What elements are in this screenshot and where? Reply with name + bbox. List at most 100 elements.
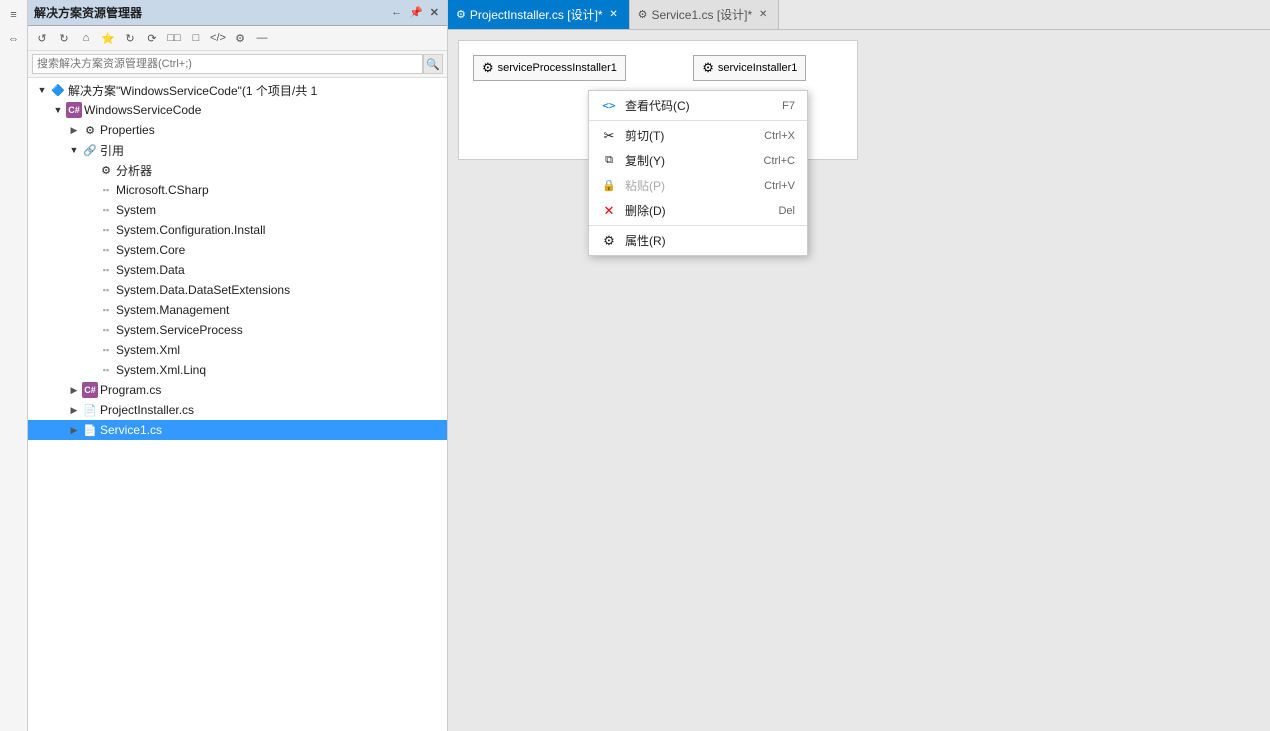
- arrow-program: ▶: [66, 382, 82, 398]
- home-btn[interactable]: ⌂: [76, 28, 96, 48]
- search-input[interactable]: [32, 54, 423, 74]
- tree-item-references[interactable]: ▼ 🔗 引用: [28, 140, 447, 160]
- tree-item-service1[interactable]: ▶ 📄 Service1.cs: [28, 420, 447, 440]
- view2-btn[interactable]: □: [186, 28, 206, 48]
- star-btn[interactable]: ⭐: [98, 28, 118, 48]
- component-serviceinstaller1[interactable]: ⚙ serviceInstaller1: [693, 55, 806, 81]
- delete-icon: ✕: [601, 203, 617, 219]
- tab-service1[interactable]: ⚙ Service1.cs [设计]* ✕: [630, 0, 780, 29]
- properties-icon: ⚙: [82, 122, 98, 138]
- menu-view-code[interactable]: <> 查看代码(C) F7: [589, 93, 807, 118]
- tree-item-system-core[interactable]: ▶ ▪▪ System.Core: [28, 240, 447, 260]
- tab-label-service1: Service1.cs [设计]*: [651, 6, 752, 23]
- designer-area: ⚙ serviceProcessInstaller1 ⚙ serviceInst…: [448, 30, 1270, 731]
- tree-item-project[interactable]: ▼ C# WindowsServiceCode: [28, 100, 447, 120]
- menu-delete-shortcut: Del: [778, 205, 795, 217]
- ref-icon-ms-csharp: ▪▪: [98, 182, 114, 198]
- tree-item-program[interactable]: ▶ C# Program.cs: [28, 380, 447, 400]
- back-btn[interactable]: ↺: [32, 28, 52, 48]
- copy-icon: ⧉: [601, 154, 617, 167]
- view-btn[interactable]: □□: [164, 28, 184, 48]
- menu-paste-shortcut: Ctrl+V: [764, 180, 795, 192]
- tree-item-system-config[interactable]: ▶ ▪▪ System.Configuration.Install: [28, 220, 447, 240]
- search-button[interactable]: 🔍: [423, 54, 443, 74]
- tree-item-system-xml[interactable]: ▶ ▪▪ System.Xml: [28, 340, 447, 360]
- pin2-icon[interactable]: 📌: [407, 5, 425, 20]
- tab-projectinstaller[interactable]: ⚙ ProjectInstaller.cs [设计]* ✕: [448, 0, 630, 29]
- system-xml-label: System.Xml: [116, 343, 180, 357]
- arrow-solution: ▼: [34, 82, 50, 98]
- menu-copy-label: 复制(Y): [625, 152, 736, 169]
- settings-btn[interactable]: ⚙: [230, 28, 250, 48]
- vertical-toolbar-icon-2[interactable]: ⇔: [3, 28, 25, 50]
- projectinstaller-icon: 📄: [82, 402, 98, 418]
- ms-csharp-label: Microsoft.CSharp: [116, 183, 209, 197]
- close-icon[interactable]: ✕: [428, 5, 441, 20]
- component-label-si: serviceInstaller1: [718, 62, 797, 74]
- menu-cut-label: 剪切(T): [625, 127, 736, 144]
- code-btn[interactable]: </>: [208, 28, 228, 48]
- refresh-btn[interactable]: ↻: [120, 28, 140, 48]
- arrow-references: ▼: [66, 142, 82, 158]
- tree-item-solution[interactable]: ▼ 🔷 解决方案"WindowsServiceCode"(1 个项目/共 1: [28, 80, 447, 100]
- menu-properties-label: 属性(R): [625, 232, 767, 249]
- menu-delete-label: 删除(D): [625, 202, 750, 219]
- ref-icon-core: ▪▪: [98, 242, 114, 258]
- tree-item-projectinstaller[interactable]: ▶ 📄 ProjectInstaller.cs: [28, 400, 447, 420]
- vertical-toolbar-icon-1[interactable]: ≡: [3, 4, 25, 26]
- menu-delete[interactable]: ✕ 删除(D) Del: [589, 198, 807, 223]
- tab-label-projectinstaller: ProjectInstaller.cs [设计]*: [470, 6, 603, 23]
- toolbar-row: ↺ ↻ ⌂ ⭐ ↻ ⟳ □□ □ </> ⚙ —: [28, 26, 447, 51]
- references-icon: 🔗: [82, 142, 98, 158]
- ref-icon-mgmt: ▪▪: [98, 302, 114, 318]
- tree-item-system-data[interactable]: ▶ ▪▪ System.Data: [28, 260, 447, 280]
- forward-btn[interactable]: ↻: [54, 28, 74, 48]
- program-label: Program.cs: [100, 383, 161, 397]
- tree-item-system-mgmt[interactable]: ▶ ▪▪ System.Management: [28, 300, 447, 320]
- menu-view-code-label: 查看代码(C): [625, 97, 754, 114]
- ref-icon-xml: ▪▪: [98, 342, 114, 358]
- view-code-icon: <>: [601, 99, 617, 112]
- menu-paste-label: 粘贴(P): [625, 177, 736, 194]
- properties-label: Properties: [100, 123, 155, 137]
- menu-properties[interactable]: ⚙ 属性(R): [589, 228, 807, 253]
- menu-view-code-shortcut: F7: [782, 100, 795, 112]
- tab-icon-projectinstaller: ⚙: [456, 8, 466, 21]
- system-label: System: [116, 203, 156, 217]
- menu-paste[interactable]: 🔒 粘贴(P) Ctrl+V: [589, 173, 807, 198]
- projectinstaller-label: ProjectInstaller.cs: [100, 403, 194, 417]
- solution-icon: 🔷: [50, 82, 66, 98]
- component-icon-spi: ⚙: [482, 60, 494, 76]
- solution-label: 解决方案"WindowsServiceCode"(1 个项目/共 1: [68, 82, 317, 99]
- reload-btn[interactable]: ⟳: [142, 28, 162, 48]
- ref-icon-xmllinq: ▪▪: [98, 362, 114, 378]
- system-dse-label: System.Data.DataSetExtensions: [116, 283, 290, 297]
- tree-item-system-xmllinq[interactable]: ▶ ▪▪ System.Xml.Linq: [28, 360, 447, 380]
- collapse-btn[interactable]: —: [252, 28, 272, 48]
- properties-icon: ⚙: [601, 233, 617, 249]
- service1-icon: 📄: [82, 422, 98, 438]
- tree-item-ms-csharp[interactable]: ▶ ▪▪ Microsoft.CSharp: [28, 180, 447, 200]
- menu-copy[interactable]: ⧉ 复制(Y) Ctrl+C: [589, 148, 807, 173]
- arrow-properties: ▶: [66, 122, 82, 138]
- arrow-service1: ▶: [66, 422, 82, 438]
- project-icon: C#: [66, 102, 82, 118]
- tree-container: ▼ 🔷 解决方案"WindowsServiceCode"(1 个项目/共 1 ▼…: [28, 78, 447, 731]
- tree-item-properties[interactable]: ▶ ⚙ Properties: [28, 120, 447, 140]
- tab-icon-service1: ⚙: [638, 8, 648, 21]
- system-core-label: System.Core: [116, 243, 185, 257]
- tab-close-service1[interactable]: ✕: [756, 8, 770, 22]
- menu-cut[interactable]: ✂ 剪切(T) Ctrl+X: [589, 123, 807, 148]
- search-row: 🔍: [28, 51, 447, 78]
- tab-close-projectinstaller[interactable]: ✕: [607, 8, 621, 22]
- tree-item-system-svcproc[interactable]: ▶ ▪▪ System.ServiceProcess: [28, 320, 447, 340]
- arrow-project: ▼: [50, 102, 66, 118]
- pin-icon[interactable]: ←: [389, 5, 404, 20]
- ref-icon-data: ▪▪: [98, 262, 114, 278]
- ref-icon-dse: ▪▪: [98, 282, 114, 298]
- component-serviceprocessinstaller1[interactable]: ⚙ serviceProcessInstaller1: [473, 55, 626, 81]
- project-label: WindowsServiceCode: [84, 103, 201, 117]
- tree-item-system[interactable]: ▶ ▪▪ System: [28, 200, 447, 220]
- tree-item-system-data-dse[interactable]: ▶ ▪▪ System.Data.DataSetExtensions: [28, 280, 447, 300]
- tree-item-analyzers[interactable]: ▶ ⚙ 分析器: [28, 160, 447, 180]
